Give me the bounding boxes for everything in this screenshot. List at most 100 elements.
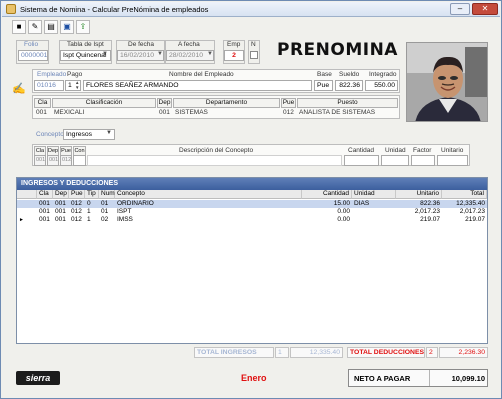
entry-cantidad-field[interactable] [344,155,379,166]
window-title: Sistema de Nomina - Calcular PreNómina d… [20,5,209,14]
grid-header-tip[interactable]: Tip [85,190,99,199]
print-icon[interactable]: ▤ [44,20,58,34]
cell-unidad [352,216,396,224]
cell-unitario: 219.07 [420,216,440,223]
grid-header-total[interactable]: Total [442,190,487,199]
entry-unitario-header: Unitario [441,147,464,154]
grid-header-unidad[interactable]: Unidad [352,190,396,199]
cell-unidad [352,208,396,216]
emp-label: Emp [227,41,241,48]
concepto-value: Ingresos [66,131,93,138]
nombre-label: Nombre del Empleado [169,71,234,78]
total-ingresos-value: 12,335.40 [290,347,343,358]
row-indicator: ► [19,217,24,223]
month-label: Enero [241,373,267,383]
employee-edit-icon[interactable]: ✍ [12,84,26,96]
entry-pue-field[interactable]: 012 [60,155,72,166]
close-button[interactable]: ✕ [472,3,498,15]
entry-dep-field[interactable]: 001 [47,155,59,166]
cell-cantidad: 0.00 [337,208,350,215]
dep-value: 001 [159,109,170,116]
sierra-logo: sierra [16,371,60,385]
grid-header-num[interactable]: Num [99,190,115,199]
cell-dep: 001 [55,208,66,215]
grid-header-pue[interactable]: Pue [69,190,85,199]
entry-con-field[interactable] [73,155,86,166]
grid-header-cla[interactable]: Cla [37,190,53,199]
base-field: Pue [314,80,333,91]
grid-header-concepto[interactable]: Concepto [115,190,302,199]
de-fecha-label: De fecha [128,41,155,48]
row-indicator [17,208,37,216]
empleado-label: Empleado [37,71,67,78]
chevron-down-icon[interactable]: ▼ [102,51,108,57]
total-ingresos-count: 1 [275,347,289,358]
toolbar: ■ ✎ ▤ ▣ ⇪ [2,18,500,36]
cla-value: 001 [36,109,47,116]
chevron-down-icon[interactable]: ▼ [106,130,112,136]
entry-factor-field[interactable] [411,155,435,166]
folio-field[interactable]: 00000017 [18,50,48,61]
calendar-dropdown-icon[interactable]: ▼ [207,51,213,57]
integrado-label: Integrado [369,71,397,78]
logo-text: sierra [25,373,51,383]
emp-count: 2 [224,50,244,61]
entry-unitario-field[interactable] [437,155,468,166]
cell-total: 12,335.40 [456,200,485,207]
dep-header: Dep [157,98,172,108]
edit-icon[interactable]: ✎ [28,20,42,34]
entry-desc-field[interactable] [87,155,342,166]
empleado-field[interactable]: 01016 [34,80,64,91]
entry-cantidad-header: Cantidad [348,147,375,154]
neto-value: 10,099.10 [451,374,485,383]
entry-cla-field[interactable]: 001 [34,155,46,166]
puesto-value: ANALISTA DE SISTEMAS [299,109,376,116]
title-bar: Sistema de Nomina - Calcular PreNómina d… [2,2,500,17]
cell-num: 02 [101,216,109,223]
grid-title: INGRESOS Y DEDUCCIONES [17,178,487,190]
base-label: Base [317,71,332,78]
app-window: Sistema de Nomina - Calcular PreNómina d… [0,0,502,399]
cell-dep: 001 [55,216,66,223]
cla-header: Cla [34,98,51,108]
employee-photo [406,42,488,122]
window-icon[interactable]: ▣ [60,20,74,34]
nombre-field: FLORES SEAÑEZ ARMANDO [83,80,312,91]
n-checkbox[interactable] [250,51,258,59]
integrado-field: 550.00 [365,80,398,91]
total-ingresos-label: TOTAL INGRESOS [194,347,274,358]
cell-unidad: DIAS [354,200,370,207]
cell-tip: 1 [87,208,91,215]
stepper-arrows-icon[interactable]: ▲ ▼ [75,80,79,90]
cell-pue: 012 [71,216,82,223]
cell-tip: 1 [87,216,91,223]
entry-desc-header: Descripción del Concepto [179,147,254,154]
grid-header-cantidad[interactable]: Cantidad [302,190,352,199]
departamento-value: SISTEMAS [175,109,208,116]
table-row[interactable]: ► 001 001 012 1 02 IMSS 0.00 219.07 219.… [17,216,487,224]
entry-unidad-field[interactable] [381,155,409,166]
concepts-grid: INGRESOS Y DEDUCCIONES Cla Dep Pue Tip N… [16,177,488,344]
cell-unitario: 2,017.23 [414,208,440,215]
table-row[interactable]: 001 001 012 1 01 ISPT 0.00 2,017.23 2,01… [17,208,487,216]
entry-unidad-header: Unidad [385,147,406,154]
pue-header: Pue [281,98,296,108]
export-icon[interactable]: ⇪ [76,20,90,34]
cell-cla: 001 [39,208,50,215]
grid-header-dep[interactable]: Dep [53,190,69,199]
grid-header-unitario[interactable]: Unitario [396,190,442,199]
cell-pue: 012 [71,200,82,207]
minimize-button[interactable]: – [450,3,470,15]
app-icon [6,4,16,14]
a-fecha-label: A fecha [178,41,200,48]
cell-tip: 0 [87,200,91,207]
tabla-value: Ispt Quincenal [63,52,107,59]
neto-label: NETO A PAGAR [354,374,411,383]
calendar-dropdown-icon[interactable]: ▼ [157,51,163,57]
total-deducciones-label: TOTAL DEDUCCIONES [347,347,425,358]
table-row[interactable]: 001 001 012 0 01 ORDINARIO 15.00 DIAS 82… [17,200,487,208]
save-icon[interactable]: ■ [12,20,26,34]
pago-label: Pago [67,71,83,78]
pago-value: 1 [68,82,72,89]
cell-dep: 001 [55,200,66,207]
